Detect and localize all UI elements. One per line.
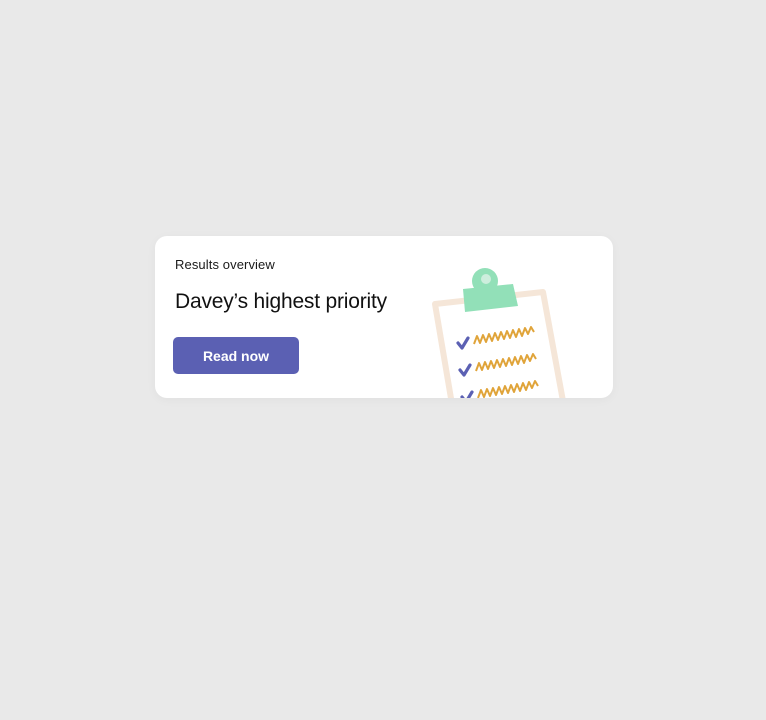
results-card: Results overview Davey’s highest priorit… [155,236,613,398]
clipboard-checklist-icon [432,268,566,398]
card-headline: Davey’s highest priority [175,290,387,313]
read-now-button[interactable]: Read now [173,337,299,374]
card-eyebrow: Results overview [175,257,275,272]
clipboard-clip [463,268,518,312]
